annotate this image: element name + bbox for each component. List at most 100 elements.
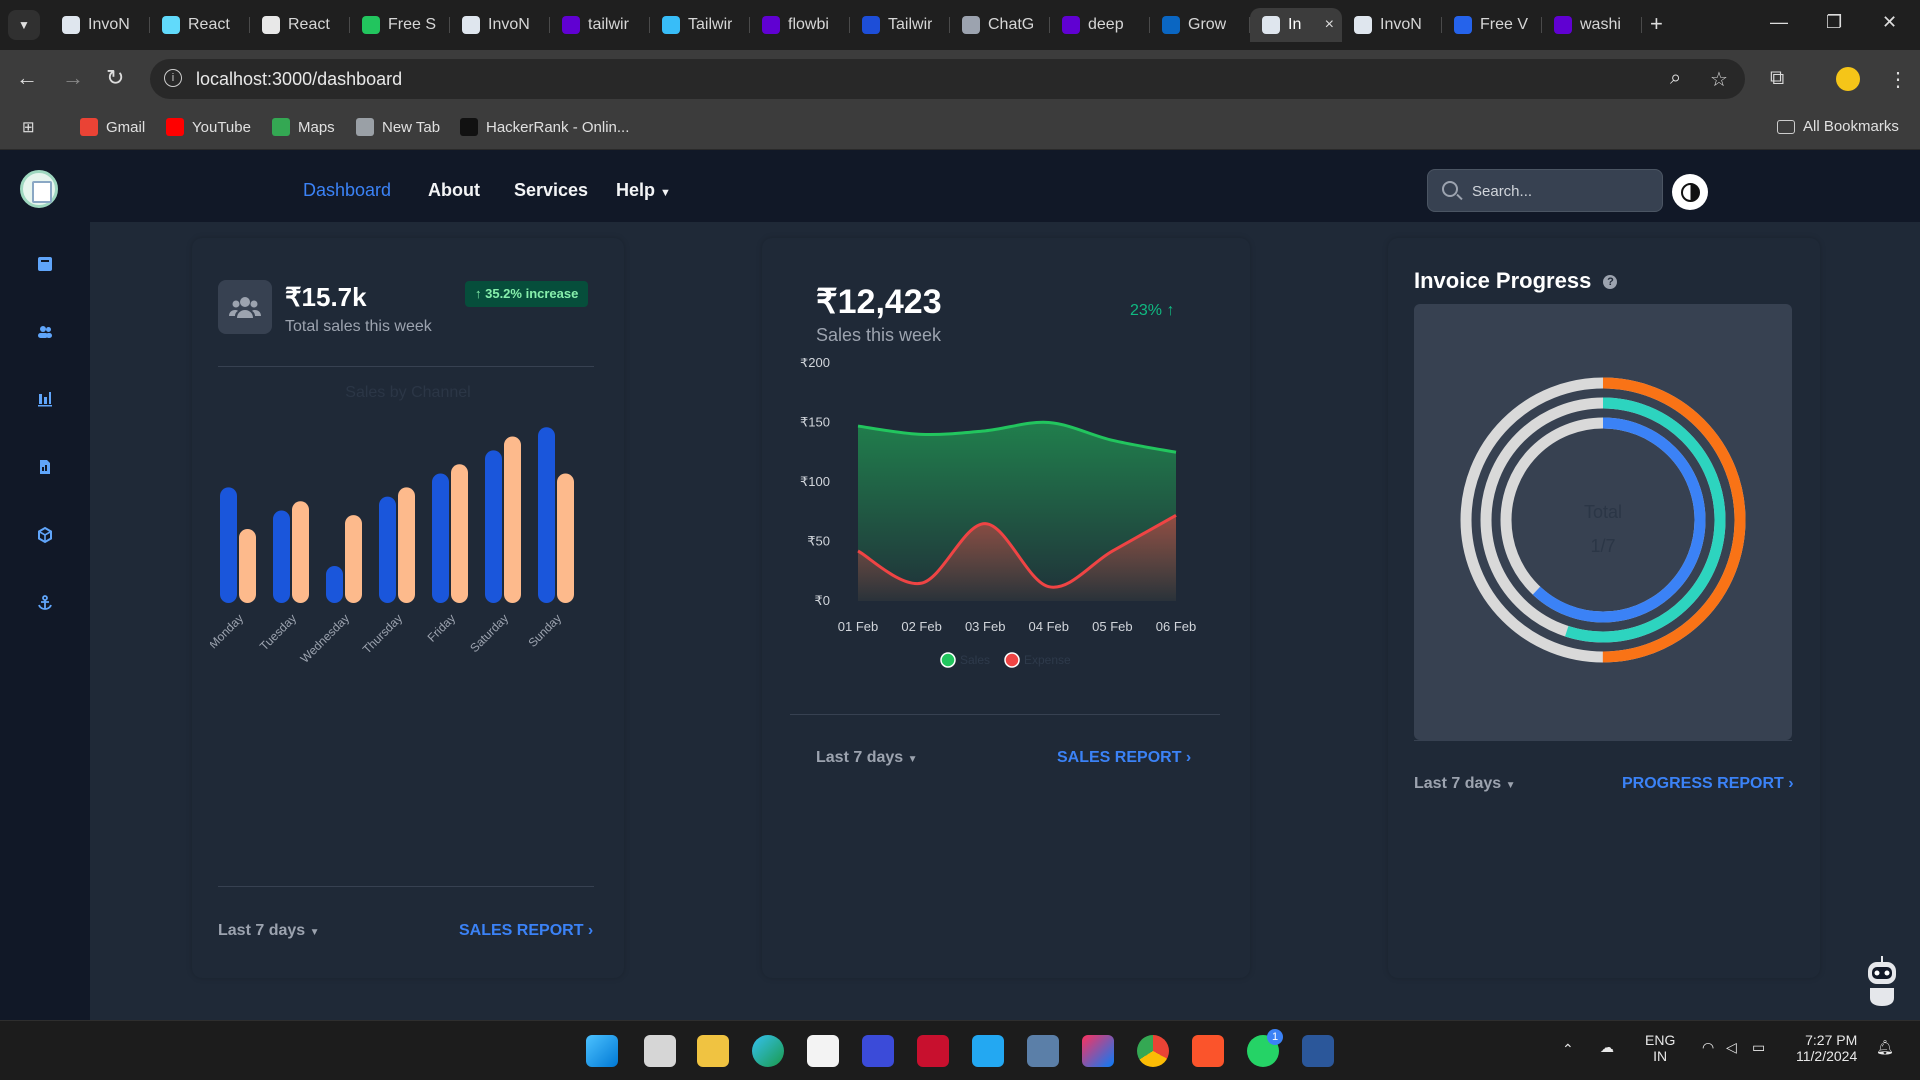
close-tab-icon[interactable]: × [1325,16,1334,34]
range-dropdown[interactable]: Last 7 days ▼ [1414,775,1516,793]
users-icon[interactable] [36,323,54,341]
address-bar[interactable]: i localhost:3000/dashboard ⌕ ☆ [150,59,1745,99]
help-icon[interactable]: ? [1603,275,1618,290]
file-explorer-icon[interactable] [697,1035,729,1067]
chevron-right-icon: › [1788,775,1794,792]
browser-tab[interactable]: Free S [350,8,450,42]
battery-icon[interactable]: ▭ [1752,1039,1765,1056]
task-view-icon[interactable] [644,1035,676,1067]
nav-dashboard[interactable]: Dashboard [303,180,391,201]
cube-icon[interactable] [36,526,54,544]
whatsapp-icon[interactable]: 1 [1247,1029,1283,1067]
chatbot-icon[interactable] [1862,956,1902,1008]
browser-tab[interactable]: washi [1542,8,1642,42]
invoice-progress-title: Invoice Progress ? [1414,268,1618,294]
bar [504,436,521,603]
vscode-icon[interactable] [972,1035,1004,1067]
search-input[interactable] [1472,181,1652,201]
browser-tab[interactable]: deep [1050,8,1150,42]
zoom-icon[interactable]: ⌕ [1670,67,1681,90]
book-icon[interactable] [36,255,54,273]
browser-tab[interactable]: flowbi [750,8,850,42]
browser-tab[interactable]: InvoN [1342,8,1442,42]
browser-tab[interactable]: Tailwir [850,8,950,42]
edge-icon[interactable] [752,1035,784,1067]
volume-icon[interactable]: ◁ [1726,1039,1737,1056]
legend-label[interactable]: Sales [960,653,990,667]
legend-marker[interactable] [940,652,956,668]
x-tick-label: 05 Feb [1092,619,1132,634]
gmail-icon [80,118,98,136]
chrome-icon[interactable] [1137,1035,1169,1067]
react-favicon-icon [162,16,180,34]
notifications-icon[interactable]: 🔔︎ [1876,1039,1894,1056]
divider [790,714,1220,715]
onedrive-icon[interactable]: ☁ [1600,1039,1614,1056]
bookmark-item[interactable]: Gmail [80,118,145,136]
bookmark-item[interactable]: HackerRank - Onlin... [460,118,629,136]
nav-help[interactable]: Help ▼ [616,180,671,201]
site-info-icon[interactable]: i [164,69,182,87]
chevron-up-icon[interactable]: ⌃ [1562,1041,1574,1058]
mysql-workbench-icon[interactable] [1027,1035,1059,1067]
browser-tab[interactable]: ChatG [950,8,1050,42]
legend-marker[interactable] [1004,652,1020,668]
browser-tab[interactable]: Free V [1442,8,1542,42]
browser-tab[interactable]: In × [1250,8,1342,42]
range-dropdown[interactable]: Last 7 days ▼ [218,922,320,940]
apps-grid-icon[interactable]: ⊞ [22,118,35,136]
invoice-icon[interactable] [36,458,54,476]
tab-search-button[interactable]: ▼ [8,10,40,40]
close-window-button[interactable]: ✕ [1882,12,1897,33]
menu-dots-icon[interactable]: ⋮ [1888,67,1908,92]
profile-avatar[interactable] [1836,67,1860,91]
store-icon[interactable] [807,1035,839,1067]
extensions-icon[interactable]: ⧉ [1770,67,1784,90]
browser-tab[interactable]: React [250,8,350,42]
wifi-icon[interactable]: ◠ [1702,1039,1714,1056]
app-logo[interactable] [20,170,58,208]
nav-about[interactable]: About [428,180,480,201]
browser-tab[interactable]: InvoN [50,8,150,42]
back-button[interactable]: ← [16,65,38,91]
browser-tab[interactable]: Tailwir [650,8,750,42]
app-icon[interactable] [862,1035,894,1067]
theme-toggle-button[interactable] [1672,174,1708,210]
legend-label[interactable]: Expense [1024,653,1071,667]
restore-button[interactable]: ❐ [1826,12,1842,33]
minimize-button[interactable]: — [1770,12,1788,33]
windows-start-icon[interactable] [586,1035,618,1067]
x-tick-label: 02 Feb [901,619,941,634]
star-icon[interactable]: ☆ [1710,67,1728,92]
forward-button[interactable]: → [62,65,84,91]
new-tab-button[interactable]: + [1650,11,1663,37]
sales-report-link[interactable]: SALES REPORT › [1057,749,1191,767]
intellij-icon[interactable] [1082,1035,1114,1067]
range-dropdown[interactable]: Last 7 days ▼ [816,749,918,767]
globe-icon [356,118,374,136]
bookmark-item[interactable]: New Tab [356,118,440,136]
browser-tab[interactable]: Grow [1150,8,1250,42]
bookmark-item[interactable]: Maps [272,118,335,136]
browser-tab[interactable]: InvoN [450,8,550,42]
y-tick-label: ₹50 [807,534,830,549]
sales-summary-card: ₹15.7k Total sales this week ↑ 35.2% inc… [192,238,624,978]
nav-services[interactable]: Services [514,180,588,201]
mcafee-icon[interactable] [917,1035,949,1067]
search-box[interactable] [1427,169,1663,212]
language-indicator[interactable]: ENG IN [1645,1032,1675,1064]
all-bookmarks-button[interactable]: All Bookmarks [1777,118,1899,135]
bookmark-item[interactable]: YouTube [166,118,251,136]
browser-tab[interactable]: React [150,8,250,42]
tab-title: flowbi [788,16,829,33]
anchor-icon[interactable] [36,594,54,612]
reload-button[interactable]: ↻ [106,65,124,91]
sales-report-link[interactable]: SALES REPORT › [459,922,593,940]
bar-chart-icon[interactable] [36,390,54,408]
progress-report-link[interactable]: PROGRESS REPORT › [1622,775,1794,793]
address-url[interactable]: localhost:3000/dashboard [196,69,402,90]
brave-icon[interactable] [1192,1035,1224,1067]
clock[interactable]: 7:27 PM 11/2/2024 [1796,1032,1857,1064]
browser-tab[interactable]: tailwir [550,8,650,42]
word-icon[interactable] [1302,1035,1334,1067]
